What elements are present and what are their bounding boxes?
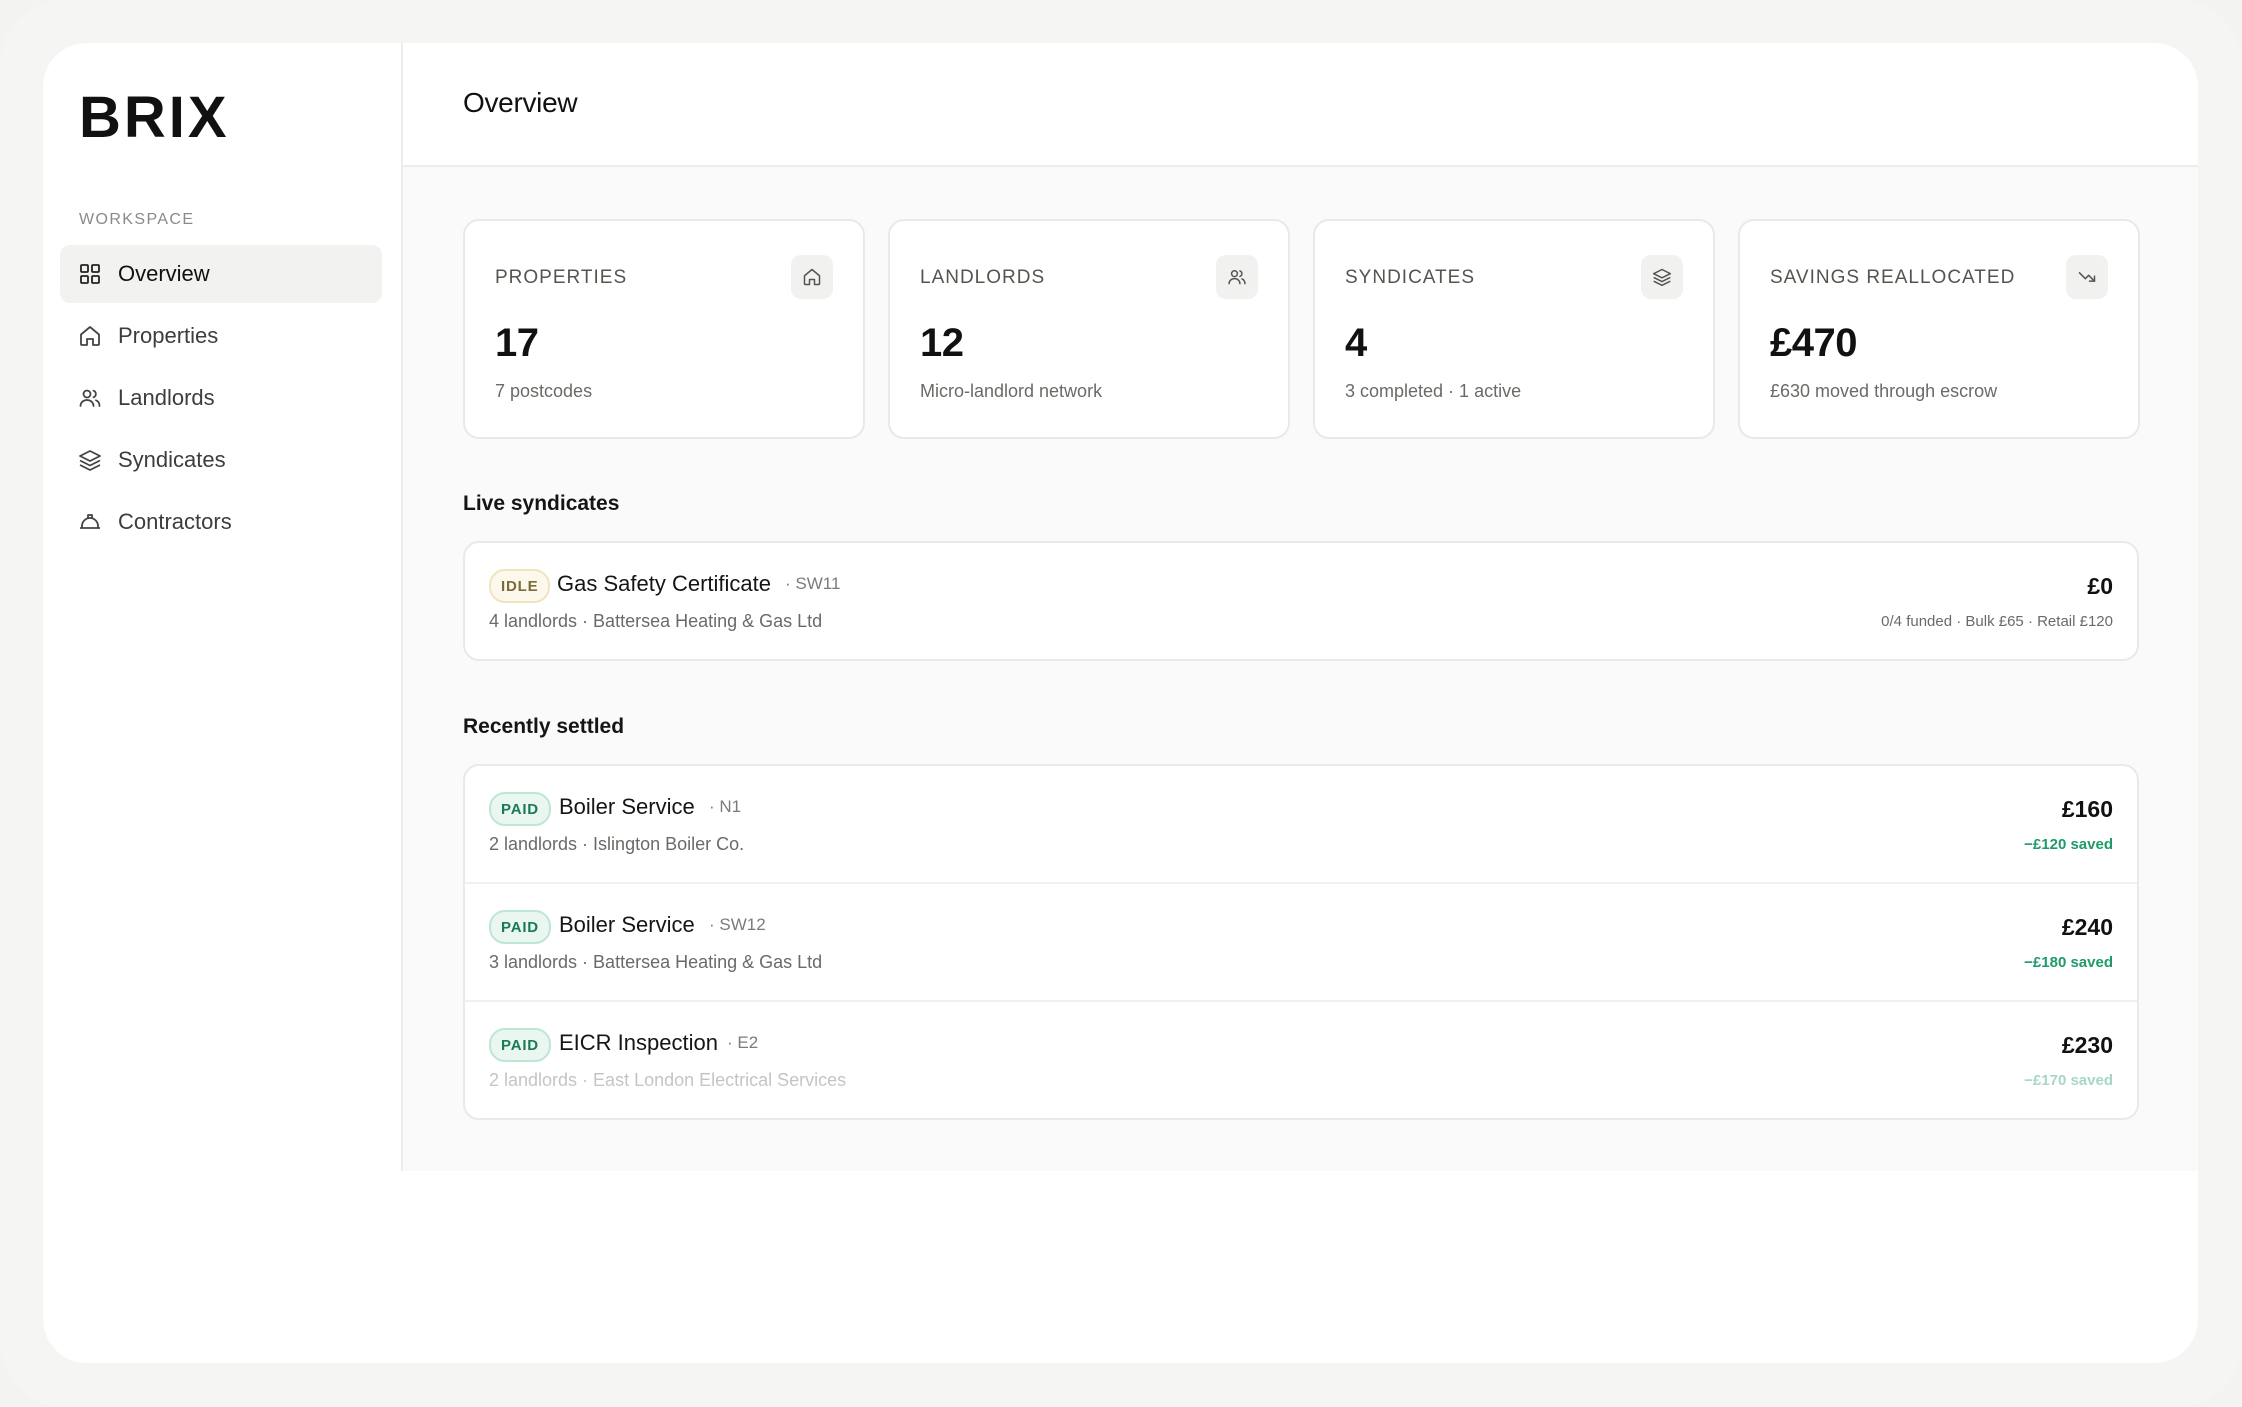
live-syndicates-heading: Live syndicates (463, 492, 620, 515)
stat-value: 4 (1345, 321, 1367, 365)
stat-card-properties[interactable]: PROPERTIES 17 7 postcodes (463, 219, 865, 439)
sidebar-item-label: Contractors (118, 509, 232, 534)
home-icon (791, 255, 833, 299)
recently-settled-panel: PAID Boiler Service · N1 2 landlords · I… (463, 764, 2139, 1120)
list-item[interactable]: PAID Boiler Service · N1 2 landlords · I… (465, 766, 2137, 884)
syndicate-subtext: 4 landlords · Battersea Heating & Gas Lt… (489, 611, 823, 631)
list-item[interactable]: IDLE Gas Safety Certificate · SW11 4 lan… (465, 543, 2137, 659)
logo-wordmark-icon: BRIX (79, 89, 230, 141)
stat-card-savings[interactable]: SAVINGS REALLOCATED £470 £630 moved thro… (1738, 219, 2140, 439)
stat-value: 17 (495, 321, 539, 365)
stat-value: £470 (1770, 321, 1857, 365)
status-badge: PAID (489, 792, 551, 826)
saved-amount: −£170 saved (2024, 1072, 2113, 1089)
status-badge: PAID (489, 910, 551, 944)
postcode-label: · N1 (709, 797, 742, 816)
sidebar-item-properties[interactable]: Properties (60, 307, 382, 365)
stat-card-syndicates[interactable]: SYNDICATES 4 3 completed · 1 active (1313, 219, 1715, 439)
postcode-label: · SW12 (709, 915, 766, 934)
app-window: BRIX WORKSPACE Overview Properties Landl… (43, 43, 2198, 1363)
users-icon (1216, 255, 1258, 299)
status-badge: IDLE (489, 569, 551, 603)
recently-settled-heading: Recently settled (463, 715, 625, 738)
sidebar-item-label: Landlords (118, 385, 215, 410)
stat-subtext: £630 moved through escrow (1770, 381, 1998, 401)
stat-label: SAVINGS REALLOCATED (1770, 267, 2016, 288)
postcode-label: · SW11 (785, 574, 841, 593)
stat-subtext: Micro-landlord network (920, 381, 1103, 401)
brix-logo[interactable]: BRIX (79, 89, 261, 145)
grid-icon (78, 262, 102, 286)
stat-subtext: 3 completed · 1 active (1345, 381, 1522, 401)
stat-value: 12 (920, 321, 964, 365)
sidebar-nav: Overview Properties Landlords Syndicates… (60, 245, 382, 555)
postcode-label: · E2 (727, 1033, 759, 1052)
stat-subtext: 7 postcodes (495, 381, 593, 401)
list-item[interactable]: PAID Boiler Service · SW12 3 landlords ·… (465, 884, 2137, 1002)
home-icon (78, 324, 102, 348)
saved-amount: −£180 saved (2024, 954, 2113, 971)
stat-label: PROPERTIES (495, 267, 628, 288)
top-bar: Overview (403, 43, 2198, 167)
users-icon (78, 386, 102, 410)
settled-title: Boiler Service (559, 794, 695, 819)
sidebar-item-label: Overview (118, 261, 210, 286)
settled-subtext: 2 landlords · Islington Boiler Co. (489, 834, 745, 854)
settled-title: Boiler Service (559, 912, 695, 937)
syndicate-title: Gas Safety Certificate (557, 571, 771, 596)
settled-title: EICR Inspection (559, 1030, 718, 1055)
device-frame: BRIX WORKSPACE Overview Properties Landl… (0, 0, 2242, 1407)
main-content: Overview PROPERTIES 17 7 postcodes LANDL… (403, 43, 2198, 1171)
stat-card-landlords[interactable]: LANDLORDS 12 Micro-landlord network (888, 219, 1290, 439)
status-badge: PAID (489, 1028, 551, 1062)
sidebar-item-landlords[interactable]: Landlords (60, 369, 382, 427)
sidebar: BRIX WORKSPACE Overview Properties Landl… (43, 43, 403, 1171)
hard-hat-icon (78, 510, 102, 534)
live-syndicates-panel: IDLE Gas Safety Certificate · SW11 4 lan… (463, 541, 2139, 661)
layers-icon (1641, 255, 1683, 299)
sidebar-item-syndicates[interactable]: Syndicates (60, 431, 382, 489)
settled-amount: £240 (2061, 914, 2113, 940)
trending-down-icon (2066, 255, 2108, 299)
sidebar-item-contractors[interactable]: Contractors (60, 493, 382, 551)
stat-label: LANDLORDS (920, 267, 1046, 288)
sidebar-item-overview[interactable]: Overview (60, 245, 382, 303)
funding-meta: 0/4 funded · Bulk £65 · Retail £120 (1881, 613, 2113, 630)
page-title: Overview (463, 87, 578, 118)
syndicate-amount: £0 (2087, 573, 2113, 599)
saved-amount: −£120 saved (2024, 836, 2113, 853)
sidebar-item-label: Properties (118, 323, 219, 348)
logo-text: BRIX (79, 89, 230, 141)
stats-row: PROPERTIES 17 7 postcodes LANDLORDS 12 M… (463, 219, 2140, 439)
sidebar-item-label: Syndicates (118, 447, 226, 472)
layers-icon (78, 448, 102, 472)
settled-subtext: 2 landlords · East London Electrical Ser… (489, 1070, 847, 1090)
stat-label: SYNDICATES (1345, 267, 1476, 288)
sidebar-section-label: WORKSPACE (79, 211, 195, 228)
settled-amount: £230 (2061, 1032, 2113, 1058)
settled-amount: £160 (2061, 796, 2113, 822)
settled-subtext: 3 landlords · Battersea Heating & Gas Lt… (489, 952, 823, 972)
list-item[interactable]: PAID EICR Inspection · E2 2 landlords · … (465, 1002, 2137, 1118)
